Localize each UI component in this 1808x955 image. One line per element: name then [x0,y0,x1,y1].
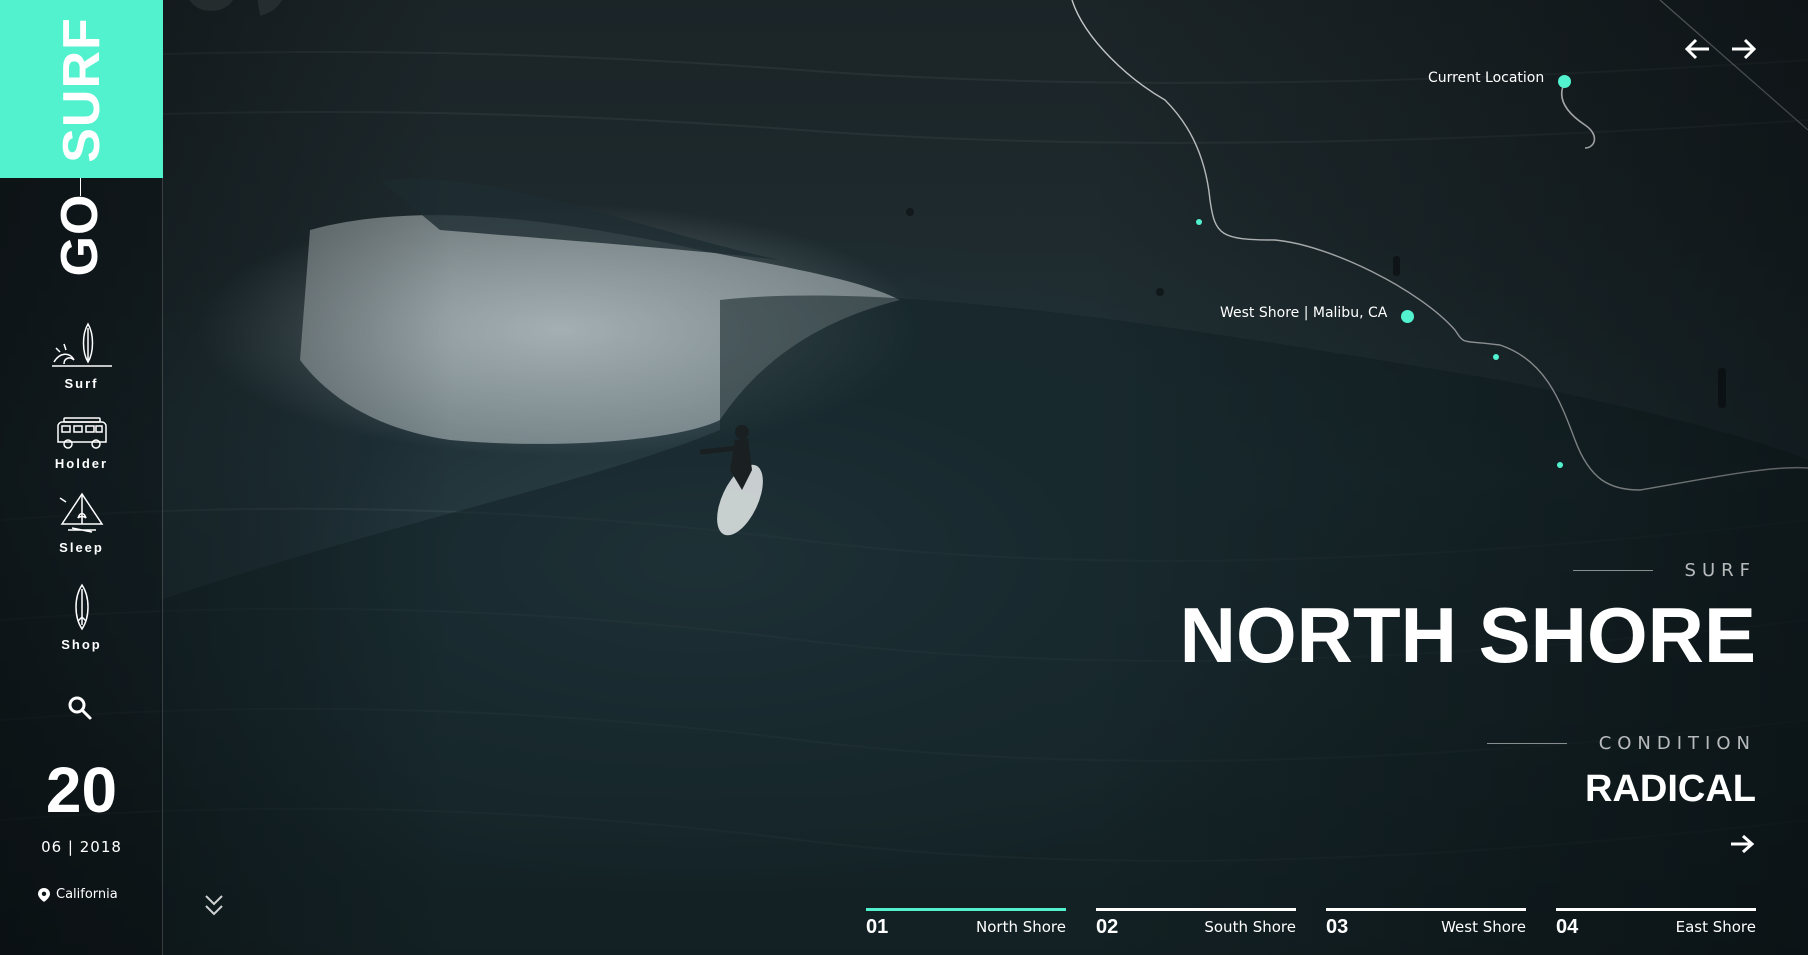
hero-kicker-text: SURF [1684,560,1756,581]
background-photo: SURF [0,0,1808,955]
date-day: 20 [45,754,118,826]
current-location-pin[interactable] [1558,75,1571,88]
tab-indicator [1096,908,1296,911]
map-waypoint [1196,219,1202,225]
hero-title: NORTH SHORE [1179,591,1756,679]
tab-indicator [1556,908,1756,911]
double-chevron-down-icon [205,895,223,916]
location-text: California [56,887,118,902]
prev-arrow-button[interactable] [1683,34,1713,64]
tab-label: West Shore [1441,918,1526,936]
sidebar-item-holder[interactable]: Holder [0,416,163,471]
condition-value: RADICAL [1585,768,1756,810]
sidebar-item-label: Holder [54,456,109,471]
kicker-line [1572,570,1653,571]
current-location-label: Current Location [1428,70,1545,86]
surfboard-wave-icon [51,322,112,367]
tab-number: 01 [866,916,889,938]
brand-surf-text: SURF [53,17,111,163]
tab-indicator [866,908,1066,911]
condition-label: CONDITION [1598,733,1756,754]
kicker-line [1486,743,1567,744]
arrow-right-icon [1731,834,1755,854]
tab-west-shore[interactable]: 03 West Shore [1326,908,1526,948]
tab-south-shore[interactable]: 02 South Shore [1096,908,1296,948]
tab-north-shore[interactable]: 01 North Shore [866,908,1066,948]
brand-logo-box[interactable]: SURF [0,0,163,178]
search-button[interactable] [66,694,94,722]
sidebar-item-label: Sleep [59,540,104,555]
sidebar-item-shop[interactable]: Shop [0,583,163,652]
tab-number: 04 [1556,916,1579,938]
tab-label: East Shore [1675,918,1756,936]
tab-indicator [1326,908,1526,911]
map-waypoint [1493,354,1499,360]
arrow-left-icon [1684,38,1709,60]
tab-label: North Shore [976,918,1066,936]
next-arrow-button[interactable] [1728,34,1758,64]
tab-east-shore[interactable]: 04 East Shore [1556,908,1756,948]
surfboard-icon [74,583,89,631]
scroll-down-button[interactable] [203,892,225,920]
tab-number: 02 [1096,916,1119,938]
brand-go-text: GO [51,193,109,277]
details-arrow-button[interactable] [1728,830,1756,858]
map-pin-icon [38,887,50,902]
date-month-year: 06 | 2018 [41,838,122,856]
sidebar-item-surf[interactable]: Surf [0,322,163,391]
van-icon [56,417,107,449]
map-waypoint [1557,462,1563,468]
arrow-right-icon [1732,38,1757,60]
location-label: California [38,887,118,902]
spot-pin[interactable] [1401,310,1414,323]
sidebar-item-sleep[interactable]: Sleep [0,490,163,555]
search-icon [68,696,92,720]
sidebar-item-label: Surf [64,376,99,391]
spot-label: West Shore | Malibu, CA [1220,305,1388,321]
hero-kicker: SURF [1572,560,1756,581]
tab-label: South Shore [1204,918,1296,936]
tent-campfire-icon [59,492,103,533]
sidebar-item-label: Shop [61,637,102,652]
vignette-overlay [0,0,1808,955]
tab-number: 03 [1326,916,1349,938]
ghost-brand-text: SURF [151,0,319,20]
condition-kicker: CONDITION [1486,733,1756,754]
sidebar: SURF GO Surf Holder Sleep Shop 20 06 | 2… [0,0,163,955]
